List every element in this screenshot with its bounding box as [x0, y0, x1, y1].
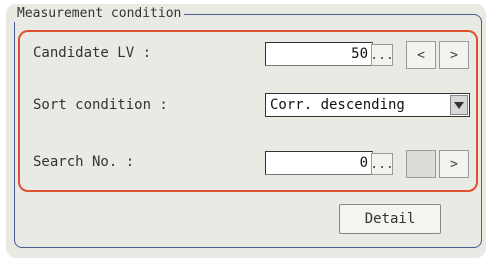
candidate-lv-next-button[interactable]: > — [439, 41, 469, 69]
candidate-lv-input[interactable]: 50 — [265, 42, 373, 66]
chevron-right-icon: > — [450, 156, 458, 172]
chevron-right-icon: > — [450, 47, 458, 63]
sort-condition-label: Sort condition : — [33, 97, 168, 113]
sort-condition-value: Corr. descending — [270, 97, 405, 113]
sort-condition-select[interactable]: Corr. descending — [265, 93, 470, 117]
search-no-browse-button[interactable]: ... — [370, 153, 394, 175]
sort-condition-dropdown-button[interactable] — [450, 95, 468, 115]
candidate-lv-prev-button[interactable]: < — [406, 41, 436, 69]
ellipsis-icon: ... — [370, 156, 394, 172]
group-title: Measurement condition — [14, 6, 185, 22]
ellipsis-icon: ... — [370, 47, 394, 63]
search-no-next-button[interactable]: > — [439, 150, 469, 178]
detail-button[interactable]: Detail — [339, 204, 441, 234]
search-no-label: Search No. : — [33, 154, 135, 170]
candidate-lv-browse-button[interactable]: ... — [370, 44, 394, 66]
triangle-down-icon — [454, 101, 464, 109]
search-no-input[interactable]: 0 — [265, 151, 373, 175]
search-no-prev-button[interactable] — [406, 150, 436, 178]
chevron-left-icon: < — [417, 47, 425, 63]
candidate-lv-label: Candidate LV : — [33, 45, 152, 61]
